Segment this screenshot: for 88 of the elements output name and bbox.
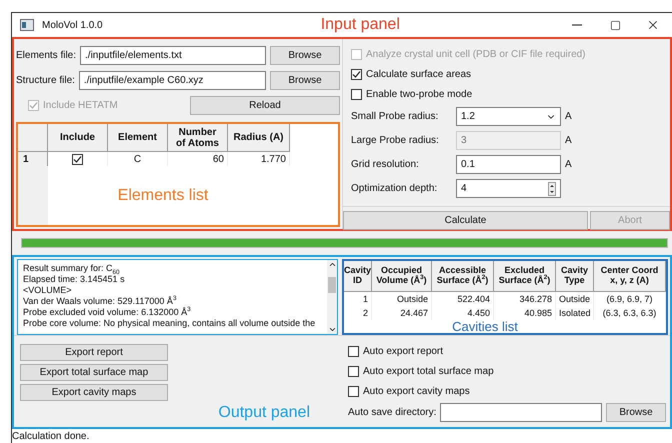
row-number: 1 — [18, 152, 48, 166]
table-cell: (6.3, 6.3, 6.3) — [594, 306, 666, 320]
checkbox-label: Auto export report — [363, 346, 444, 357]
scrollbar[interactable] — [327, 260, 337, 334]
column-header: Center Coord x, y, z (A) — [594, 261, 666, 292]
table-cell: 2 — [344, 306, 372, 320]
file-path-field[interactable]: ./inputfile/example C60.xyz — [78, 71, 266, 90]
unit-label: A — [565, 135, 572, 146]
result-line: Probe excluded void volume: 6.132000 Å$^{3}$ — [23, 307, 192, 318]
annotation-label: Output panel — [218, 404, 310, 422]
check-icon — [352, 70, 361, 79]
column-header: Include — [48, 124, 108, 152]
column-header: Element — [108, 124, 168, 152]
field-label: Auto save directory: — [348, 407, 436, 418]
status-text: Calculation done. — [12, 430, 90, 442]
checkbox[interactable] — [348, 386, 359, 397]
checkbox-label: Auto export total surface map — [363, 366, 494, 377]
result-line: Elapsed time: 3.145451 s — [23, 274, 126, 285]
checkbox[interactable] — [348, 366, 359, 377]
checkbox-label: Auto export cavity maps — [363, 386, 470, 397]
file-path-field[interactable]: ./inputfile/elements.txt — [80, 46, 266, 65]
field-label: Optimization depth: — [351, 183, 438, 194]
spinner-arrows-icon[interactable] — [548, 182, 556, 196]
table-cell: 346.278 — [494, 292, 556, 306]
result-line: Result summary for: C$_{60}$ — [23, 263, 121, 274]
checkbox[interactable] — [351, 89, 362, 100]
unit-label: A — [565, 111, 572, 122]
table-cell: 24.467 — [372, 306, 432, 320]
column-header: Radius (A) — [228, 124, 290, 152]
scroll-down-icon[interactable] — [328, 325, 336, 334]
export-button[interactable]: Export cavity maps — [20, 384, 168, 401]
annotation-label: Input panel — [320, 16, 400, 34]
scrollbar-thumb[interactable] — [328, 277, 336, 293]
checkbox-label: Calculate surface areas — [366, 69, 472, 80]
row-header-column — [18, 166, 48, 225]
checkbox[interactable] — [351, 69, 362, 80]
scroll-up-icon[interactable] — [328, 260, 336, 269]
table-cell: (6.9, 6.9, 7) — [594, 292, 666, 306]
table-cell: 522.404 — [432, 292, 494, 306]
maximize-icon — [610, 20, 620, 30]
table-cell: C — [108, 152, 168, 166]
result-line: Probe core volume: No physical meaning, contains all volume outside the — [23, 318, 316, 329]
table-cell: 1 — [344, 292, 372, 306]
check-icon — [73, 154, 82, 164]
column-header: Cavity ID — [344, 261, 372, 292]
directory-field[interactable] — [440, 403, 602, 422]
checkbox-label: Include HETATM — [43, 100, 118, 111]
column-header: Occupied Volume (Å$^{3}$) — [372, 261, 432, 292]
action-button[interactable]: Calculate — [343, 211, 588, 230]
column-header: Excluded Surface (Å$^{2}$) — [494, 261, 556, 292]
result-line: <VOLUME> — [23, 285, 73, 296]
corner-header — [18, 124, 48, 152]
table-cell: 4.450 — [432, 306, 494, 320]
export-button[interactable]: Export report — [20, 344, 168, 361]
dropdown-field[interactable]: 1.2 — [456, 107, 561, 126]
field-label: Elements file: — [16, 50, 76, 61]
result-line: Van der Waals volume: 529.117000 Å$^{3}$ — [23, 296, 178, 307]
field-label: Structure file: — [16, 75, 75, 86]
table-cell: 60 — [168, 152, 228, 166]
field-label: Small Probe radius: — [351, 111, 440, 122]
minimize-icon — [572, 24, 582, 26]
checkbox[interactable] — [348, 346, 359, 357]
column-header: Cavity Type — [556, 261, 594, 292]
spinner-field[interactable]: 4 — [456, 179, 561, 198]
table-cell: 40.985 — [494, 306, 556, 320]
app-icon — [20, 19, 34, 31]
annotation-label: Elements list — [118, 186, 208, 204]
browse-button[interactable]: Browse — [606, 403, 666, 422]
annotation-label: Cavities list — [452, 320, 518, 333]
reload-button[interactable]: Reload — [190, 96, 340, 115]
field-label: Large Probe radius: — [351, 135, 440, 146]
window-title: MoloVol 1.0.0 — [42, 20, 103, 30]
check-icon — [29, 101, 38, 110]
table-cell: Outside — [372, 292, 432, 306]
table-cell: Outside — [556, 292, 594, 306]
checkbox[interactable] — [72, 154, 83, 164]
table-cell: 1.770 — [228, 152, 290, 166]
checkbox-label: Analyze crystal unit cell (PDB or CIF file required) — [366, 49, 586, 60]
column-header: Accessible Surface (Å$^{2}$) — [432, 261, 494, 292]
browse-button[interactable]: Browse — [270, 46, 340, 65]
column-header: Number of Atoms — [168, 124, 228, 152]
field-label: Grid resolution: — [351, 159, 420, 170]
checkbox-label: Enable two-probe mode — [366, 89, 472, 100]
input-field[interactable]: 0.1 — [456, 155, 561, 174]
table-cell: Isolated — [556, 306, 594, 320]
unit-label: A — [565, 159, 572, 170]
browse-button[interactable]: Browse — [270, 71, 340, 90]
export-button[interactable]: Export total surface map — [20, 364, 168, 381]
